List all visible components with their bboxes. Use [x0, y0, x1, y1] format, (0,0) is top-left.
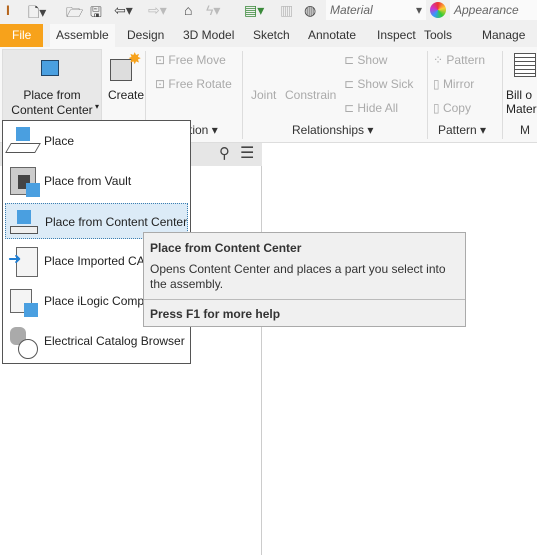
position-panel-label[interactable]: tion ▾ [189, 123, 218, 137]
home-icon[interactable]: ⌂ [184, 2, 192, 18]
show-label: Show [357, 53, 388, 67]
position-label-text: tion [189, 123, 209, 137]
tab-file[interactable]: File [0, 24, 44, 47]
appearance-icon [430, 2, 446, 18]
chevron-down-icon: ▾ [95, 102, 100, 111]
pattern-label: Pattern [446, 53, 486, 67]
appearance-value: Appearance [454, 3, 519, 17]
free-move-button[interactable]: ⊡ Free Move [155, 53, 226, 67]
tooltip-help: Press F1 for more help [150, 307, 281, 321]
free-rotate-button[interactable]: ⊡ Free Rotate [155, 77, 232, 91]
hide-all-label: Hide All [357, 101, 399, 115]
star-icon: ✸ [128, 51, 142, 68]
mirror-button[interactable]: ▯ Mirror [433, 77, 474, 91]
search-icon[interactable]: ⚲ [219, 144, 230, 162]
joint-button[interactable]: Joint [251, 88, 276, 102]
tab-design[interactable]: Design [121, 24, 170, 47]
menu-item-label: Place from Content Center [45, 215, 188, 229]
manage-panel-label: M [520, 123, 530, 137]
hide-all-button[interactable]: ⊏ Hide All [344, 101, 398, 115]
material-icon: ◍ [304, 2, 317, 18]
tooltip-description: Opens Content Center and places a part y… [150, 262, 446, 291]
quick-access-toolbar: I 🗋▾ 🗁 🖫 ⇦▾ ⇨▾ ⌂ ϟ▾ ▤▾ ▥ ◍ Material ▾ App… [0, 0, 537, 22]
material-value: Material [330, 3, 373, 17]
tab-manage[interactable]: Manage [476, 24, 531, 47]
pattern-label-text: Pattern [438, 123, 477, 137]
menu-item-label: Place Imported CA [44, 254, 145, 268]
free-rotate-label: Free Rotate [168, 77, 232, 91]
measure-icon[interactable]: ▥ [280, 2, 293, 19]
tab-annotate[interactable]: Annotate [302, 24, 362, 47]
select-icon[interactable]: ▤▾ [244, 2, 264, 19]
material-dropdown[interactable]: Material ▾ [326, 0, 426, 20]
undo-icon[interactable]: ⇦▾ [114, 2, 133, 19]
ilogic-icon [8, 287, 40, 317]
bill-of-materials-icon [514, 53, 536, 77]
show-sick-button[interactable]: ⊏ Show Sick [344, 77, 413, 91]
tooltip-title: Place from Content Center [150, 241, 302, 255]
bill-of-materials-button[interactable]: Bill o Mater [506, 88, 537, 116]
menu-item-label: Electrical Catalog Browser [44, 334, 185, 348]
copy-label: Copy [442, 101, 471, 115]
place-from-content-center-button[interactable]: Place from Content Center ▾ [2, 49, 102, 121]
tab-assemble[interactable]: Assemble [50, 24, 115, 47]
menu-item-label: Place from Vault [44, 174, 132, 188]
menu-item-label: Place [44, 134, 75, 148]
redo-icon[interactable]: ⇨▾ [148, 2, 167, 19]
tab-3d-model[interactable]: 3D Model [177, 24, 240, 47]
constrain-button[interactable]: Constrain [285, 88, 336, 102]
place-button-label: Place from Content Center [11, 88, 93, 117]
free-move-label: Free Move [168, 53, 226, 67]
place-icon [5, 127, 41, 157]
imported-cad-icon: ➜ [8, 247, 40, 277]
catalog-browser-icon [8, 327, 40, 359]
appearance-dropdown[interactable]: Appearance [450, 0, 537, 20]
divider [144, 299, 465, 300]
menu-item-label: Place iLogic Comp [44, 294, 145, 308]
relationships-panel-label[interactable]: Relationships ▾ [292, 123, 373, 137]
tab-tools[interactable]: Tools [418, 24, 458, 47]
menu-icon[interactable]: ☰ [240, 143, 254, 163]
copy-button[interactable]: ▯ Copy [433, 101, 471, 115]
chevron-down-icon: ▾ [415, 3, 422, 17]
create-button[interactable]: Create [108, 88, 144, 102]
menu-item-place-from-vault[interactable]: Place from Vault [5, 163, 188, 199]
pattern-panel-label[interactable]: Pattern ▾ [438, 123, 486, 137]
tab-inspect[interactable]: Inspect [371, 24, 422, 47]
ribbon-tabs: File Assemble Design 3D Model Sketch Ann… [0, 22, 537, 47]
menu-item-electrical-catalog-browser[interactable]: Electrical Catalog Browser [5, 323, 188, 359]
pattern-button[interactable]: ⁘ Pattern [433, 53, 485, 67]
place-content-center-icon [41, 60, 59, 76]
relationships-label-text: Relationships [292, 123, 365, 137]
show-button[interactable]: ⊏ Show [344, 53, 387, 67]
menu-item-place[interactable]: Place [5, 123, 188, 159]
tab-sketch[interactable]: Sketch [247, 24, 296, 47]
update-icon[interactable]: ϟ▾ [206, 2, 220, 19]
tooltip: Place from Content Center Opens Content … [143, 232, 466, 327]
show-sick-label: Show Sick [357, 77, 414, 91]
app-logo-icon: I [6, 2, 10, 18]
mirror-label: Mirror [442, 77, 475, 91]
content-center-icon [9, 208, 41, 238]
vault-icon [8, 167, 40, 197]
